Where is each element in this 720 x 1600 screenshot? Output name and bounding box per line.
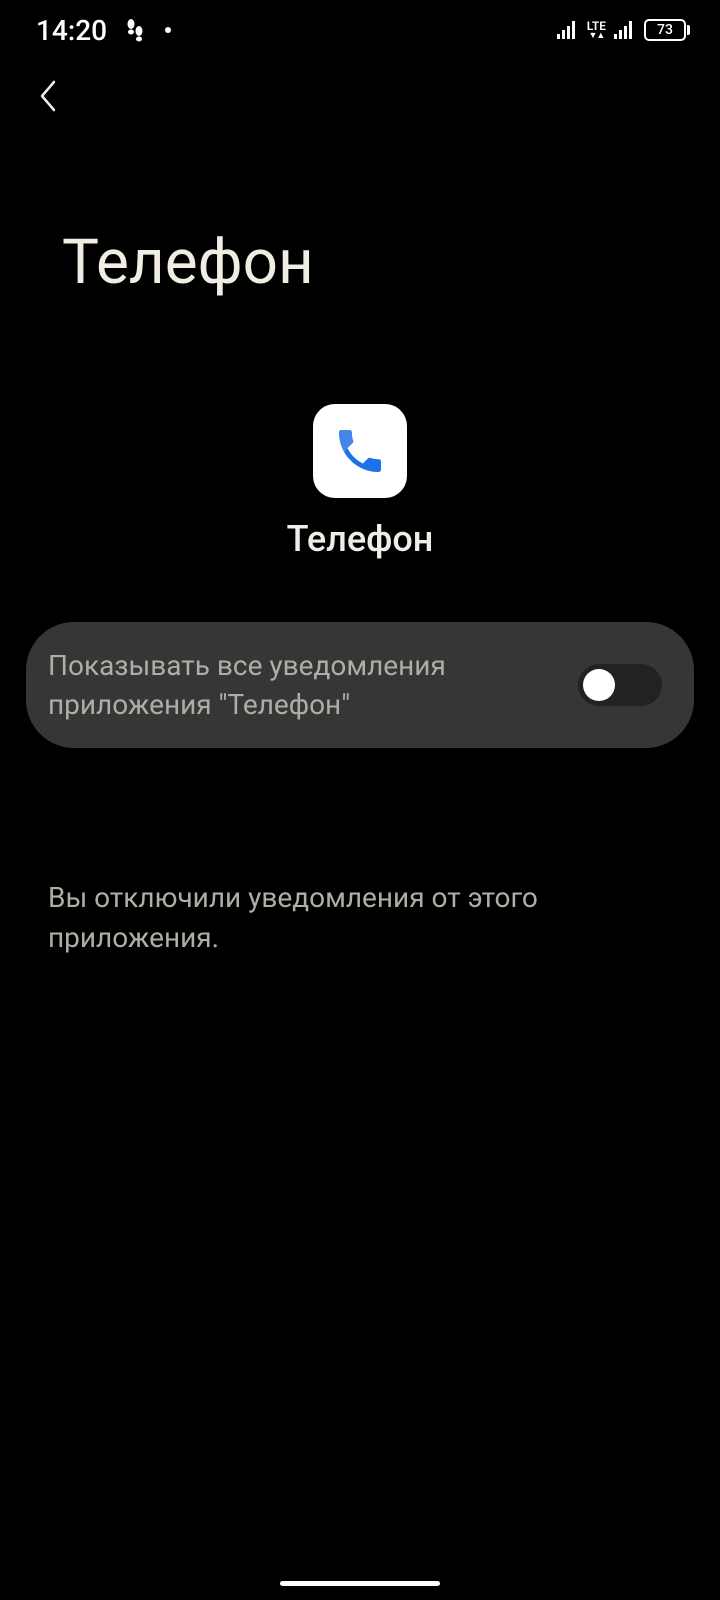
status-bar: 14:20 LTE ▼▲: [0, 0, 720, 56]
status-right: LTE ▼▲ 73: [557, 19, 690, 41]
battery-level: 73: [657, 22, 673, 38]
lte-indicator: LTE ▼▲: [587, 20, 606, 41]
signal-bars-icon-2: [614, 21, 636, 39]
page-title: Телефон: [0, 136, 720, 299]
data-arrows-icon: ▼▲: [588, 32, 604, 41]
back-button[interactable]: [32, 76, 64, 116]
nav-bar: [0, 56, 720, 136]
toggle-knob: [583, 669, 615, 701]
signal-bars-icon-1: [557, 21, 579, 39]
footsteps-icon: [123, 18, 147, 42]
dot-icon: [165, 27, 171, 33]
notifications-toggle-row[interactable]: Показывать все уведомления приложения "Т…: [26, 622, 694, 748]
phone-icon: [332, 423, 388, 479]
app-summary: Телефон: [0, 404, 720, 560]
status-left: 14:20: [36, 14, 171, 47]
battery-icon: 73: [644, 19, 690, 41]
info-message: Вы отключили уведомления от этого прилож…: [0, 878, 720, 956]
home-indicator[interactable]: [280, 1581, 440, 1586]
toggle-switch[interactable]: [578, 664, 662, 706]
app-name: Телефон: [287, 518, 434, 560]
status-icons-left: [123, 18, 171, 42]
status-time: 14:20: [36, 14, 107, 47]
app-icon: [313, 404, 407, 498]
setting-label: Показывать все уведомления приложения "Т…: [48, 646, 558, 724]
lte-label: LTE: [587, 20, 606, 32]
chevron-left-icon: [38, 78, 58, 114]
